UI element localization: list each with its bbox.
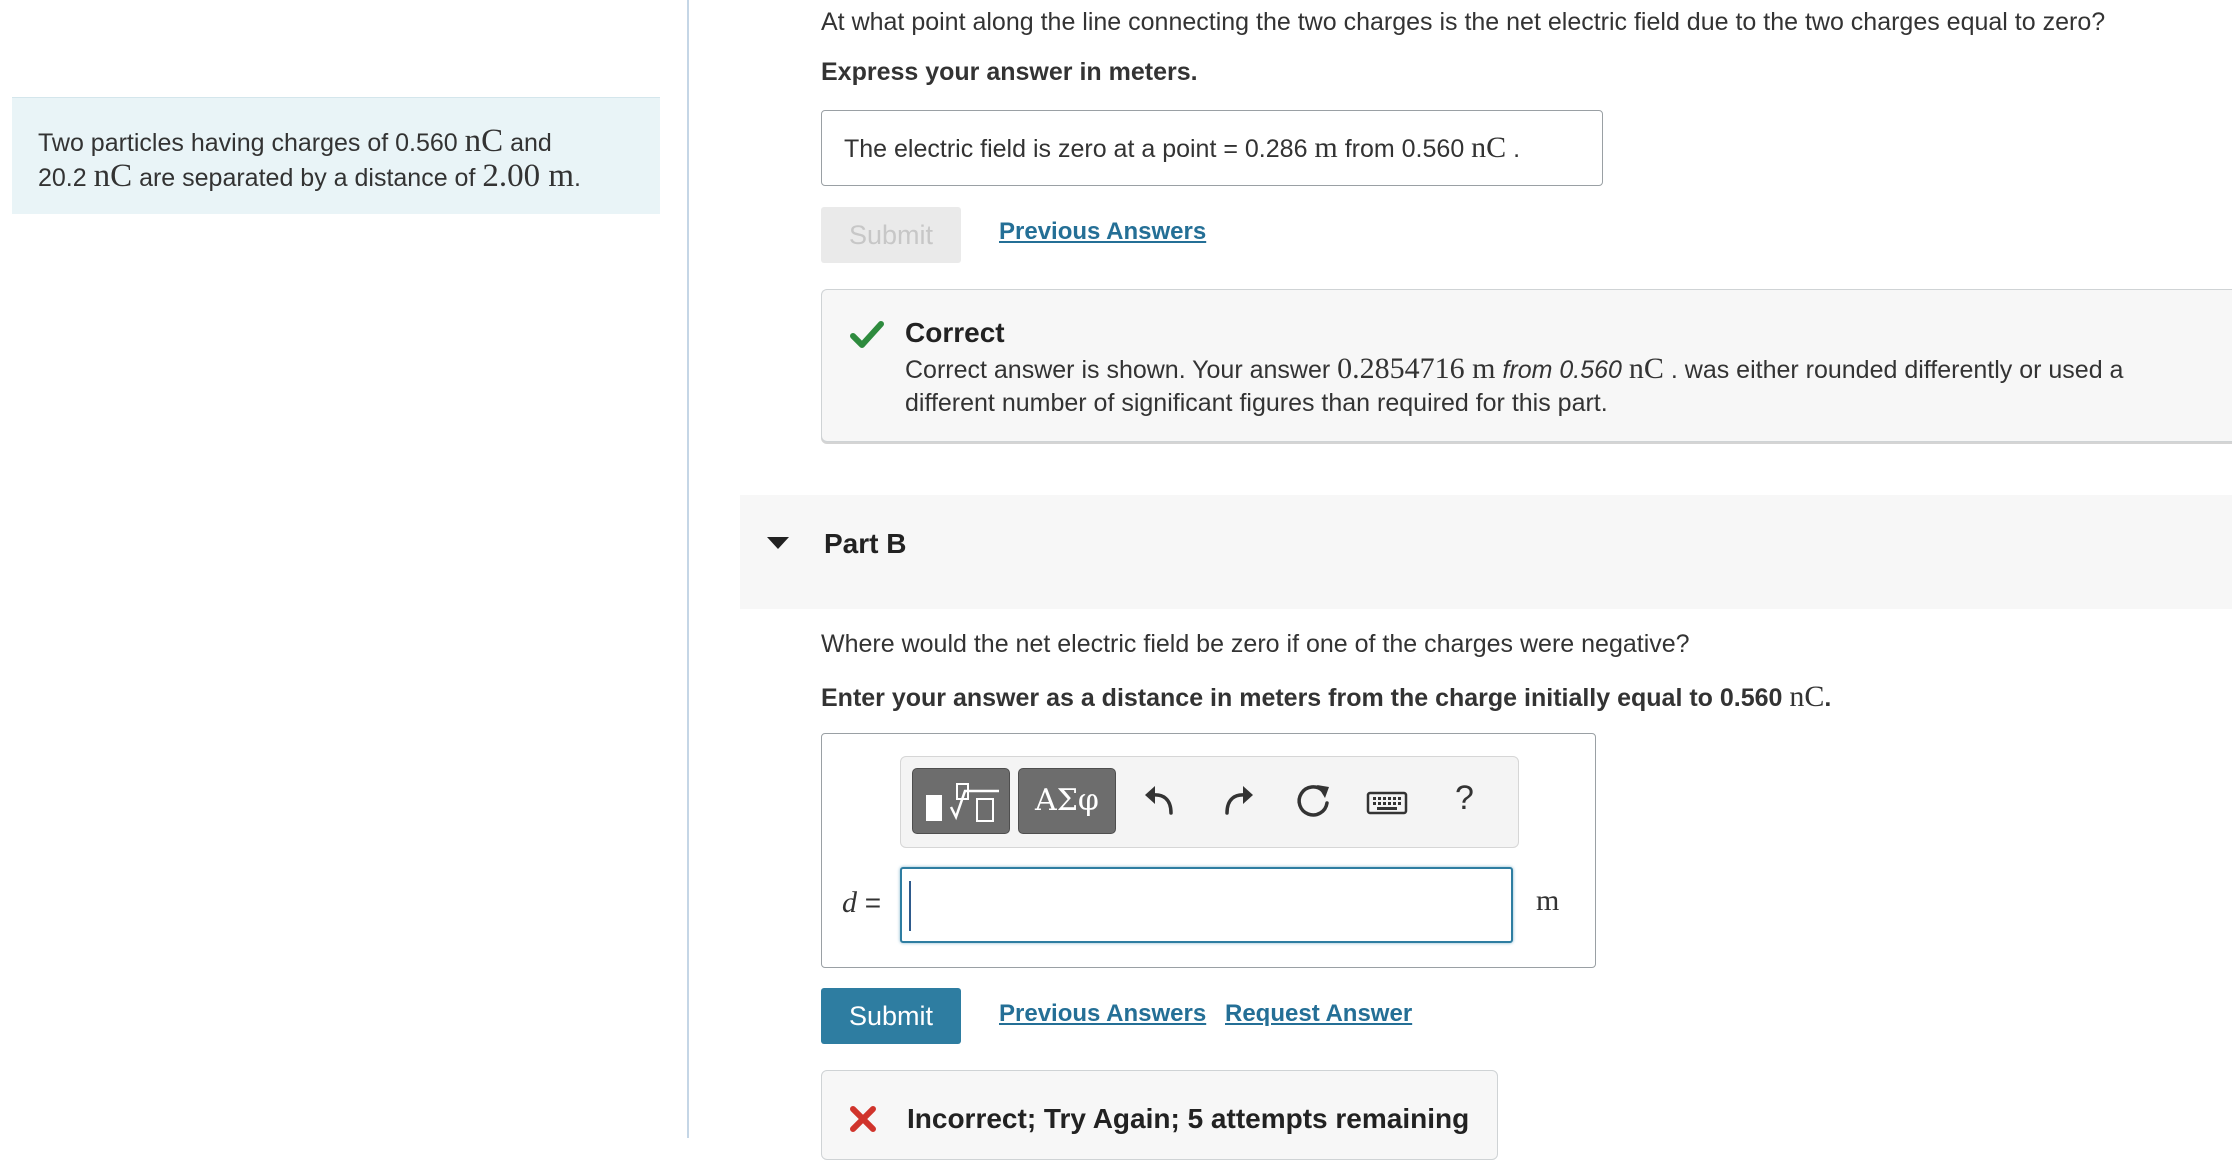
help-button[interactable]: ? xyxy=(1455,779,1474,818)
part-b-answer-box: ΑΣφ ? d = m xyxy=(821,733,1596,968)
feedback-unit: nC xyxy=(1628,352,1664,385)
checkmark-icon xyxy=(850,321,884,348)
text-cursor xyxy=(909,881,911,931)
answer-input[interactable] xyxy=(900,867,1513,943)
reset-icon[interactable] xyxy=(1293,781,1333,821)
redo-icon[interactable] xyxy=(1217,781,1257,821)
feedback-value: 0.2854716 m xyxy=(1337,352,1496,385)
instruction-text: Enter your answer as a distance in meter… xyxy=(821,684,1790,712)
problem-text-1: Two particles having charges of 0.560 xyxy=(38,129,465,157)
problem-text-4: are separated by a distance of xyxy=(132,164,483,192)
part-b-submit-button[interactable]: Submit xyxy=(821,988,961,1044)
undo-icon[interactable] xyxy=(1141,781,1181,821)
symbols-button[interactable]: ΑΣφ xyxy=(1018,768,1116,834)
part-b-title: Part B xyxy=(824,528,907,559)
unit-nc: nC xyxy=(93,158,133,194)
math-toolbar: ΑΣφ ? xyxy=(900,756,1519,848)
problem-text-2: and xyxy=(503,129,552,157)
answer-end: . xyxy=(1506,135,1521,163)
part-b-feedback: Incorrect; Try Again; 5 attempts remaini… xyxy=(821,1070,1498,1160)
problem-text: Two particles having charges of 0.560 nC… xyxy=(38,125,581,195)
feedback-message: Correct answer is shown. Your answer 0.2… xyxy=(905,352,2195,420)
caret-down-icon[interactable] xyxy=(767,537,789,549)
equals-sign: = xyxy=(857,887,882,918)
answer-value: 0.286 xyxy=(1244,135,1308,163)
part-a-instruction: Express your answer in meters. xyxy=(821,58,1198,86)
part-b-question: Where would the net electric field be ze… xyxy=(821,630,1690,658)
variable-symbol: d xyxy=(842,886,857,919)
part-a-question: At what point along the line connecting … xyxy=(821,8,2106,36)
answer-prefix: The electric field is zero at a point = xyxy=(844,135,1245,163)
feedback-from: from 0.560 xyxy=(1495,356,1622,384)
part-b-previous-answers-link[interactable]: Previous Answers xyxy=(999,1000,1206,1028)
templates-button[interactable] xyxy=(912,768,1010,834)
feedback-title: Correct xyxy=(905,317,1005,348)
problem-text-3: 20.2 xyxy=(38,164,94,192)
variable-label: d = xyxy=(842,886,881,920)
part-a-submit-button[interactable]: Submit xyxy=(821,207,961,263)
keyboard-icon[interactable] xyxy=(1365,785,1409,819)
problem-text-5: . xyxy=(574,164,581,192)
templates-icon xyxy=(926,783,999,822)
part-a-feedback: Correct Correct answer is shown. Your an… xyxy=(821,289,2232,442)
instruction-unit: nC xyxy=(1789,680,1825,713)
answer-from: from 0.560 xyxy=(1337,135,1472,163)
answer-unit: m xyxy=(1536,884,1560,917)
feedback-text: Correct answer is shown. Your answer xyxy=(905,356,1338,384)
instruction-end: . xyxy=(1824,684,1832,712)
panel-divider xyxy=(687,0,689,1138)
distance-value: 2.00 m xyxy=(482,158,575,194)
feedback-title: Incorrect; Try Again; 5 attempts remaini… xyxy=(907,1103,1470,1134)
part-a-answer-box: The electric field is zero at a point = … xyxy=(821,110,1603,186)
answer-unit: m xyxy=(1314,131,1338,164)
part-b-header[interactable]: Part B xyxy=(740,495,2232,609)
unit-nc: nC xyxy=(464,123,504,159)
problem-statement-panel: Two particles having charges of 0.560 nC… xyxy=(12,97,660,214)
part-b-instruction: Enter your answer as a distance in meter… xyxy=(821,680,1831,714)
answer-charge-unit: nC xyxy=(1471,131,1507,164)
x-mark-icon xyxy=(850,1106,876,1132)
part-b-request-answer-link[interactable]: Request Answer xyxy=(1225,1000,1412,1028)
part-a-previous-answers-link[interactable]: Previous Answers xyxy=(999,218,1206,246)
